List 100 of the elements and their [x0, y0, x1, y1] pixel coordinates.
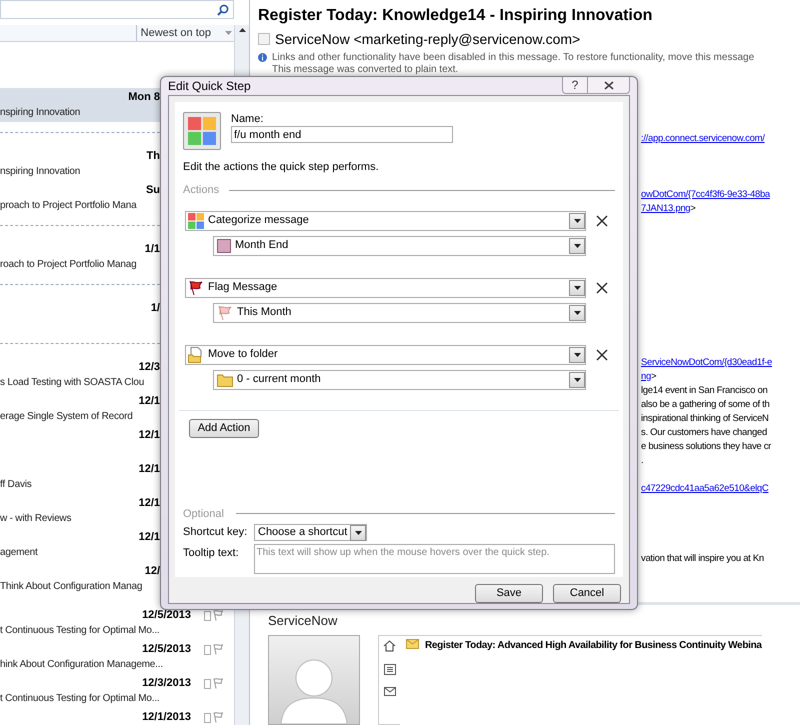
option-select[interactable]: Month End — [213, 236, 586, 256]
message-item[interactable]: 12/5/2013 t Continuous Testing for Optimal Mo... — [0, 606, 235, 640]
message-date: Mon 8 — [128, 90, 160, 105]
body-link[interactable]: ng — [641, 370, 651, 384]
folder-icon — [217, 372, 233, 386]
body-text: lge14 event in San Francisco on — [641, 384, 768, 398]
message-item[interactable]: 12/1 erage Single System of Record — [0, 392, 160, 426]
message-item[interactable]: 12/3 s Load Testing with SOASTA Clou — [0, 358, 160, 392]
message-date: 1/1 — [144, 242, 160, 257]
message-item[interactable]: Mon 8 nspiring Innovation — [0, 88, 160, 122]
list-icon[interactable] — [384, 664, 396, 675]
action-select[interactable]: Categorize message — [185, 210, 586, 230]
message-item[interactable]: 12/3/2013 t Continuous Testing for Optimal Mo... — [0, 674, 235, 708]
flag-outline-icon — [213, 610, 223, 621]
dropdown-button[interactable] — [569, 372, 585, 388]
message-item[interactable]: 12/1 — [0, 426, 160, 460]
body-link[interactable]: c47229cdc41aa5a62e510&elqC — [641, 482, 768, 496]
dropdown-button[interactable] — [350, 524, 366, 540]
message-date: 12/1/2013 — [142, 710, 191, 725]
dropdown-arrow-icon — [225, 31, 232, 35]
shortcut-label: Shortcut key: — [183, 525, 248, 540]
message-item[interactable]: Su proach to Project Portfolio Mana — [0, 181, 160, 215]
message-subject-heading: Register Today: Knowledge14 - Inspiring Innovation — [258, 6, 654, 26]
search-field[interactable] — [0, 0, 234, 19]
category-box-icon — [204, 678, 211, 688]
flag-outline-icon — [213, 644, 223, 655]
action-select[interactable]: Flag Message — [185, 278, 586, 298]
activity-item[interactable]: Register Today: Advanced High Availability for Business Continuity Webina — [425, 639, 762, 652]
dialog-button[interactable]: Cancel — [553, 584, 621, 603]
message-item[interactable]: 12/1/2013 — [0, 708, 235, 725]
mail-icon[interactable] — [384, 687, 396, 696]
action-select[interactable]: Move to folder — [185, 344, 586, 364]
dialog-button[interactable]: Save — [475, 584, 543, 603]
message-item[interactable]: Th nspiring Innovation — [0, 147, 160, 181]
message-subject: roach to Project Portfolio Manag — [0, 258, 136, 272]
home-icon[interactable] — [383, 640, 396, 652]
category-box-icon — [204, 644, 211, 654]
option-select[interactable]: This Month — [213, 302, 586, 322]
info-icon — [258, 53, 267, 62]
message-item[interactable]: 1/1 roach to Project Portfolio Manag — [0, 240, 160, 274]
dropdown-button[interactable] — [569, 304, 585, 320]
message-date: 12/3 — [138, 360, 160, 375]
message-subject: erage Single System of Record — [0, 410, 133, 424]
dropdown-button[interactable] — [569, 212, 585, 228]
body-text: also be a gathering of some of th — [641, 398, 770, 412]
message-subject: agement — [0, 546, 38, 560]
message-date: 1/ — [150, 301, 160, 316]
body-text: > — [650, 370, 656, 384]
remove-icon[interactable] — [596, 214, 608, 226]
message-subject: Think About Configuration Manag — [0, 580, 142, 594]
message-item[interactable]: 12/ Think About Configuration Manag — [0, 562, 160, 596]
body-link[interactable]: 7JAN13.png — [641, 202, 690, 216]
body-text: vation that will inspire you at Kn — [641, 552, 764, 566]
message-item[interactable]: 12/5/2013 hink About Configuration Manageme... — [0, 640, 235, 674]
sender-checkbox[interactable] — [258, 33, 270, 45]
message-date: 12/1 — [138, 394, 160, 409]
name-input[interactable]: f/u month end — [231, 126, 453, 143]
add-action-button[interactable]: Add Action — [189, 418, 259, 438]
dropdown-button[interactable] — [569, 280, 585, 296]
body-link[interactable]: ://app.connect.servicenow.com/ — [641, 132, 765, 146]
option-select[interactable]: 0 - current month — [213, 370, 586, 390]
message-subject: nspiring Innovation — [0, 165, 80, 179]
message-subject: s Load Testing with SOASTA Clou — [0, 376, 144, 390]
color-squares-icon — [188, 117, 216, 145]
message-item[interactable]: 12/1 ff Davis — [0, 460, 160, 494]
message-item[interactable]: 12/1 w - with Reviews — [0, 494, 160, 528]
caret-icon — [574, 286, 580, 290]
actions-heading: Actions — [183, 183, 220, 198]
tooltip-input[interactable]: This text will show up when the mouse hovers over the quick step. — [254, 544, 615, 574]
close-icon — [604, 80, 614, 90]
caret-icon — [574, 218, 580, 222]
message-subject: t Continuous Testing for Optimal Mo... — [0, 624, 160, 638]
message-date: 12/1 — [138, 428, 160, 443]
flag-outline-icon — [213, 712, 223, 723]
body-link[interactable]: owDotCom/{7cc4f3f6-9e33-48ba — [641, 188, 770, 202]
close-button[interactable] — [588, 77, 630, 94]
message-date: 12/1 — [138, 462, 160, 477]
shortcut-select[interactable]: Choose a shortcut — [254, 524, 368, 541]
category-box-icon — [204, 712, 211, 722]
dropdown-button[interactable] — [569, 346, 585, 362]
remove-icon[interactable] — [596, 348, 608, 360]
name-label: Name: — [231, 112, 264, 126]
flag-outline-icon — [213, 678, 223, 689]
body-text: e business solutions they have cr — [641, 440, 772, 454]
message-date: 12/ — [144, 564, 160, 579]
caret-icon — [354, 530, 362, 534]
sender-address: ServiceNow <marketing-reply@servicenow.com> — [275, 30, 580, 48]
envelope-icon — [406, 639, 419, 649]
remove-icon[interactable] — [596, 282, 608, 294]
message-subject: proach to Project Portfolio Mana — [0, 199, 136, 213]
message-item[interactable]: 12/1 agement — [0, 528, 160, 562]
help-button[interactable]: ? — [562, 77, 588, 94]
quick-step-icon[interactable] — [183, 112, 221, 150]
dropdown-button[interactable] — [569, 238, 585, 254]
caret-icon — [574, 244, 580, 248]
body-link[interactable]: ServiceNowDotCom/{d30ead1f-e — [641, 356, 772, 370]
body-text: > — [690, 202, 696, 216]
optional-heading: Optional — [183, 506, 224, 522]
scroll-up-icon — [238, 28, 246, 32]
message-item[interactable]: 1/ — [0, 299, 160, 333]
